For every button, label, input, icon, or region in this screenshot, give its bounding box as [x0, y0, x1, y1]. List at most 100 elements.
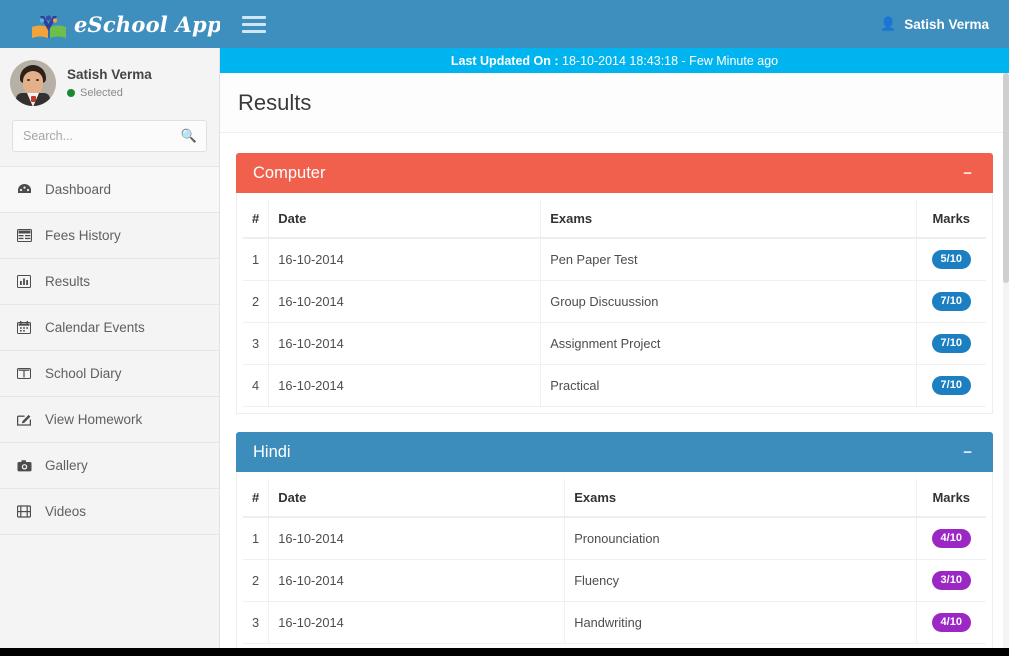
edit-square-icon [16, 413, 32, 426]
profile-name: Satish Verma [67, 67, 152, 82]
book-logo-icon [30, 8, 68, 40]
sidebar-item-videos[interactable]: Videos [0, 489, 219, 535]
last-updated-value: 18-10-2014 18:43:18 - Few Minute ago [562, 54, 778, 68]
cell-index: 4 [243, 365, 269, 407]
table-row[interactable]: 3 16-10-2014 Assignment Project 7/10 [243, 323, 986, 365]
sidebar-item-calendar-events[interactable]: Calendar Events [0, 305, 219, 351]
search-icon[interactable]: 🔍 [181, 128, 197, 144]
cell-date: 16-10-2014 [269, 602, 565, 644]
marks-badge: 7/10 [932, 376, 971, 395]
panel-header-hindi[interactable]: Hindi − [236, 432, 993, 472]
sidebar-item-view-homework[interactable]: View Homework [0, 397, 219, 443]
sidebar-item-dashboard[interactable]: Dashboard [0, 167, 219, 213]
cell-exam: Assignment Project [541, 323, 916, 365]
search-input[interactable] [13, 129, 206, 143]
table-row[interactable]: 3 16-10-2014 Handwriting 4/10 [243, 602, 986, 644]
marks-badge: 4/10 [932, 529, 971, 548]
table-header-row: # Date Exams Marks [243, 200, 986, 238]
cell-date: 16-10-2014 [269, 560, 565, 602]
cell-marks: 7/10 [916, 281, 986, 323]
search-box[interactable]: 🔍 [12, 120, 207, 152]
last-updated-label: Last Updated On : [451, 54, 559, 68]
collapse-minus-icon[interactable]: − [959, 164, 976, 183]
cell-marks: 5/10 [916, 238, 986, 281]
profile-status: Selected [67, 87, 152, 99]
sidebar: Satish Verma Selected 🔍 Dashboard [0, 48, 220, 648]
collapse-minus-icon[interactable]: − [959, 443, 976, 462]
page-title: Results [238, 90, 311, 116]
cell-date: 16-10-2014 [269, 365, 541, 407]
user-name-label: Satish Verma [904, 17, 989, 32]
avatar-icon [10, 60, 56, 106]
results-table-hindi: # Date Exams Marks 1 16-10-2014 Pronounc… [243, 479, 986, 644]
marks-badge: 7/10 [932, 334, 971, 353]
sidebar-search-area: 🔍 [0, 118, 219, 166]
brand-logo-area[interactable]: eSchool App [0, 0, 220, 48]
cell-index: 2 [243, 560, 269, 602]
result-panel-hindi: Hindi − # Date Exams Marks [236, 432, 993, 648]
cell-index: 1 [243, 517, 269, 560]
cell-exam: Fluency [565, 560, 916, 602]
user-menu[interactable]: 👤 Satish Verma [880, 16, 989, 32]
cell-date: 16-10-2014 [269, 281, 541, 323]
bar-chart-icon [16, 275, 32, 288]
dashboard-icon [16, 183, 32, 196]
cell-index: 2 [243, 281, 269, 323]
sidebar-item-school-diary[interactable]: School Diary [0, 351, 219, 397]
results-table-computer: # Date Exams Marks 1 16-10-2014 Pen Pape… [243, 200, 986, 407]
profile-status-label: Selected [80, 87, 123, 99]
main-content: Results Computer − # Date Exams [220, 73, 1009, 648]
sidebar-item-gallery[interactable]: Gallery [0, 443, 219, 489]
brand-title: eSchool App [74, 12, 222, 37]
table-body: 1 16-10-2014 Pronounciation 4/10 2 16-10… [243, 517, 986, 644]
application-window: eSchool App 👤 Satish Verma Last Updated … [0, 0, 1009, 648]
table-head: # Date Exams Marks [243, 479, 986, 517]
cell-date: 16-10-2014 [269, 238, 541, 281]
cell-exam: Pronounciation [565, 517, 916, 560]
sidebar-item-fees-history[interactable]: Fees History [0, 213, 219, 259]
table-row[interactable]: 1 16-10-2014 Pen Paper Test 5/10 [243, 238, 986, 281]
sidebar-item-results[interactable]: Results [0, 259, 219, 305]
sidebar-item-label: Calendar Events [45, 320, 145, 335]
columns-icon [16, 367, 32, 380]
col-exams: Exams [541, 200, 916, 238]
panel-header-computer[interactable]: Computer − [236, 153, 993, 193]
cell-exam: Handwriting [565, 602, 916, 644]
table-row[interactable]: 2 16-10-2014 Fluency 3/10 [243, 560, 986, 602]
col-marks: Marks [916, 479, 986, 517]
panel-body-hindi: # Date Exams Marks 1 16-10-2014 Pronounc… [236, 472, 993, 648]
table-row[interactable]: 1 16-10-2014 Pronounciation 4/10 [243, 517, 986, 560]
camera-icon [16, 460, 32, 472]
sidebar-nav: Dashboard Fees History Results Calendar … [0, 166, 219, 535]
col-marks: Marks [916, 200, 986, 238]
cell-exam: Pen Paper Test [541, 238, 916, 281]
cell-marks: 7/10 [916, 365, 986, 407]
sidebar-item-label: Videos [45, 504, 86, 519]
table-head: # Date Exams Marks [243, 200, 986, 238]
cell-date: 16-10-2014 [269, 323, 541, 365]
cell-marks: 4/10 [916, 602, 986, 644]
hamburger-icon[interactable] [242, 16, 266, 33]
status-dot-icon [67, 89, 75, 97]
table-row[interactable]: 2 16-10-2014 Group Discuussion 7/10 [243, 281, 986, 323]
col-date: Date [269, 479, 565, 517]
sidebar-item-label: Gallery [45, 458, 88, 473]
profile-meta: Satish Verma Selected [67, 67, 152, 99]
cell-exam: Group Discuussion [541, 281, 916, 323]
marks-badge: 3/10 [932, 571, 971, 590]
cell-marks: 4/10 [916, 517, 986, 560]
sidebar-item-label: View Homework [45, 412, 142, 427]
table-body: 1 16-10-2014 Pen Paper Test 5/10 2 16-10… [243, 238, 986, 407]
col-index: # [243, 200, 269, 238]
col-date: Date [269, 200, 541, 238]
scrollbar-thumb[interactable] [1003, 73, 1009, 283]
results-panel-list: Computer − # Date Exams Marks [220, 133, 1009, 648]
cell-date: 16-10-2014 [269, 517, 565, 560]
table-row[interactable]: 4 16-10-2014 Practical 7/10 [243, 365, 986, 407]
panel-body-computer: # Date Exams Marks 1 16-10-2014 Pen Pape… [236, 193, 993, 414]
marks-badge: 4/10 [932, 613, 971, 632]
col-index: # [243, 479, 269, 517]
film-icon [16, 505, 32, 518]
result-panel-computer: Computer − # Date Exams Marks [236, 153, 993, 414]
sidebar-profile[interactable]: Satish Verma Selected [0, 48, 219, 118]
